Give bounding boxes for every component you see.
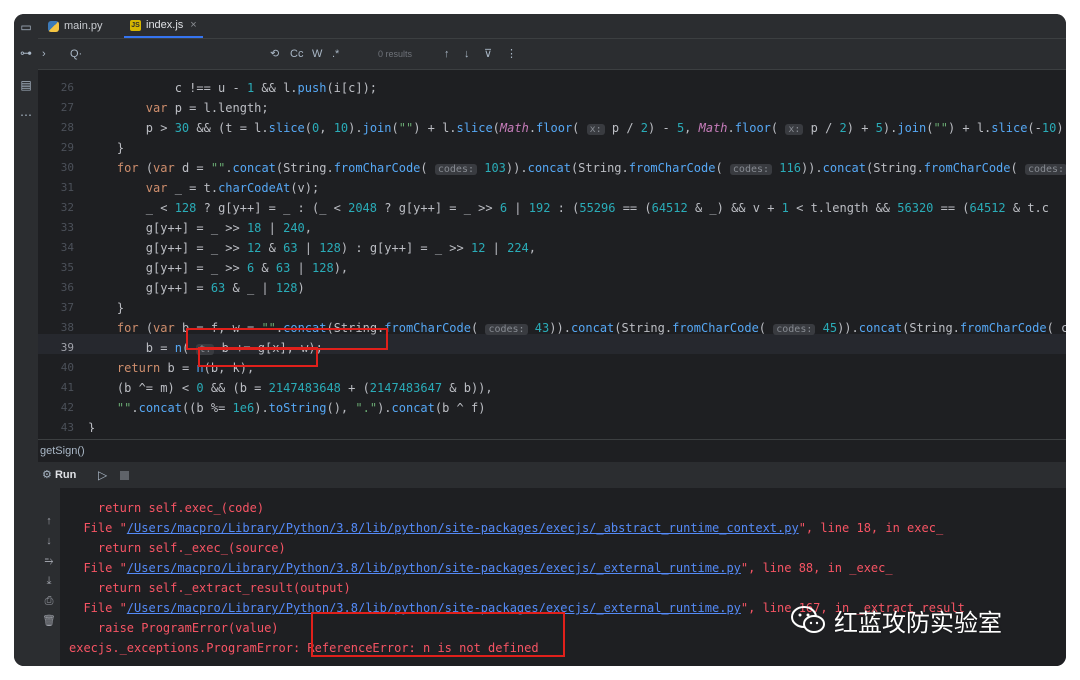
rerun-icon[interactable]: ▷ <box>98 462 107 488</box>
breadcrumb-item[interactable]: getSign() <box>38 445 85 457</box>
line-number: 26 <box>60 81 74 94</box>
run-tool-header: ⚙ Run ▷ <box>38 462 1066 489</box>
line-number: 36 <box>60 281 74 294</box>
more-options-icon[interactable]: ⋮ <box>506 39 517 69</box>
soft-wrap-icon[interactable]: ⥱ <box>38 552 60 570</box>
console-text: File " <box>69 601 127 615</box>
line-number: 32 <box>60 201 74 214</box>
project-icon[interactable]: ▭ <box>14 18 38 36</box>
breadcrumb: getSign() <box>38 439 1066 462</box>
code-line[interactable]: g[y++] = _ >> 6 & 63 | 128), <box>88 258 348 278</box>
scroll-to-end-icon[interactable]: ⤓ <box>38 572 60 590</box>
code-line[interactable]: g[y++] = _ >> 18 | 240, <box>88 218 312 238</box>
find-bar: › Q· ⟲ Cc W .* 0 results ↑ ↓ ⊽ ⋮ <box>38 39 1066 70</box>
commit-icon[interactable]: ⊶ <box>14 44 38 62</box>
filter-icon[interactable]: ⊽ <box>484 39 492 69</box>
tab-main-py[interactable]: main.py <box>42 14 109 38</box>
code-line[interactable]: for (var d = "".concat(String.fromCharCo… <box>88 158 1066 178</box>
console-text: ", line 88, in _exec_ <box>740 561 893 575</box>
watermark: 红蓝攻防实验室 <box>790 600 1002 640</box>
code-line[interactable]: } <box>88 138 124 158</box>
js-file-icon: JS <box>130 19 141 31</box>
line-number: 39 <box>60 341 74 354</box>
run-icon: ⚙ <box>42 469 52 481</box>
tab-index-js[interactable]: JS index.js × <box>124 14 203 38</box>
results-count: 0 results <box>378 49 413 59</box>
console-line: return self.exec_(code) <box>69 498 264 518</box>
code-line[interactable]: g[y++] = 63 & _ | 128) <box>88 278 305 298</box>
trash-icon[interactable]: 🗑 <box>38 612 60 630</box>
line-number: 27 <box>60 101 74 114</box>
line-number-gutter: 26 27 28 29 30 31 32 33 34 35 36 37 38 39 40 41 42 43 <box>38 70 86 432</box>
more-icon[interactable]: ⋯ <box>14 106 38 124</box>
arrow-up-icon[interactable]: ↑ <box>38 512 60 530</box>
code-line[interactable]: "".concat((b %= 1e6).toString(), ".").co… <box>88 398 486 418</box>
line-number: 35 <box>60 261 74 274</box>
line-number: 33 <box>60 221 74 234</box>
line-number: 34 <box>60 241 74 254</box>
print-icon[interactable]: ⎙ <box>38 592 60 610</box>
console-line: return self._extract_result(output) <box>69 578 351 598</box>
line-number: 38 <box>60 321 74 334</box>
code-line[interactable]: var _ = t.charCodeAt(v); <box>88 178 319 198</box>
match-case-toggle[interactable]: Cc <box>290 39 303 69</box>
line-number: 42 <box>60 401 74 414</box>
whole-words-toggle[interactable]: W <box>312 39 322 69</box>
code-line[interactable]: } <box>88 298 124 318</box>
run-toolbar: ↑ ↓ ⥱ ⤓ ⎙ 🗑 <box>38 488 61 666</box>
code-line[interactable]: g[y++] = _ >> 12 & 63 | 128) : g[y++] = … <box>88 238 536 258</box>
line-number: 40 <box>60 361 74 374</box>
chevron-right-icon[interactable]: › <box>42 39 46 69</box>
editor-tabs: main.py JS index.js × <box>38 14 1066 39</box>
line-number: 37 <box>60 301 74 314</box>
console-text: return self.exec_(code) <box>69 501 265 515</box>
file-path-link[interactable]: /Users/macpro/Library/Python/3.8/lib/pyt… <box>127 561 741 575</box>
code-editor[interactable]: 26 27 28 29 30 31 32 33 34 35 36 37 38 39 40 41 42 43 c !… <box>38 70 1066 432</box>
python-file-icon <box>48 20 59 32</box>
code-line[interactable]: } <box>88 418 95 432</box>
console-line: File "/Users/macpro/Library/Python/3.8/l… <box>69 558 893 578</box>
line-number: 29 <box>60 141 74 154</box>
line-number: 43 <box>60 421 74 432</box>
search-icon[interactable]: Q· <box>70 39 82 69</box>
ide-window: ▭ ⊶ ▤ ⋯ main.py JS index.js × › Q· ⟲ Cc … <box>14 14 1066 666</box>
regex-toggle[interactable]: .* <box>332 39 339 69</box>
arrow-up-icon[interactable]: ↑ <box>444 39 450 69</box>
wechat-icon <box>791 606 825 633</box>
console-text: File " <box>69 561 127 575</box>
annotation-box-line-40 <box>198 347 318 367</box>
close-icon[interactable]: × <box>190 14 196 37</box>
replace-icon[interactable]: ⟲ <box>270 39 279 69</box>
arrow-down-icon[interactable]: ↓ <box>464 39 470 69</box>
file-path-link[interactable]: /Users/macpro/Library/Python/3.8/lib/pyt… <box>127 521 799 535</box>
console-line: raise ProgramError(value) <box>69 618 279 638</box>
line-number: 31 <box>60 181 74 194</box>
console-text: return self._extract_result(output) <box>69 581 351 595</box>
console-text: return self._exec_(source) <box>69 541 286 555</box>
line-number: 30 <box>60 161 74 174</box>
stop-icon[interactable] <box>120 471 129 480</box>
console-line: File "/Users/macpro/Library/Python/3.8/l… <box>69 518 943 538</box>
arrow-down-icon[interactable]: ↓ <box>38 532 60 550</box>
code-line[interactable]: var p = l.length; <box>88 98 269 118</box>
run-tab[interactable]: ⚙ Run <box>42 462 76 488</box>
console-text: ", line 18, in exec_ <box>798 521 944 535</box>
annotation-box-error <box>311 612 565 657</box>
structure-icon[interactable]: ▤ <box>14 76 38 94</box>
code-line[interactable]: c !== u - 1 && l.push(i[c]); <box>88 78 377 98</box>
console-text: File " <box>69 521 127 535</box>
activity-bar: ▭ ⊶ ▤ ⋯ <box>14 14 39 666</box>
line-number: 28 <box>60 121 74 134</box>
code-line[interactable]: p > 30 && (t = l.slice(0, 10).join("") +… <box>88 118 1066 138</box>
console-text: raise ProgramError(value) <box>69 621 279 635</box>
code-line[interactable]: (b ^= m) < 0 && (b = 2147483648 + (21474… <box>88 378 493 398</box>
console-line: return self._exec_(source) <box>69 538 286 558</box>
search-input[interactable] <box>92 39 262 69</box>
line-number: 41 <box>60 381 74 394</box>
code-line[interactable]: _ < 128 ? g[y++] = _ : (_ < 2048 ? g[y++… <box>88 198 1049 218</box>
